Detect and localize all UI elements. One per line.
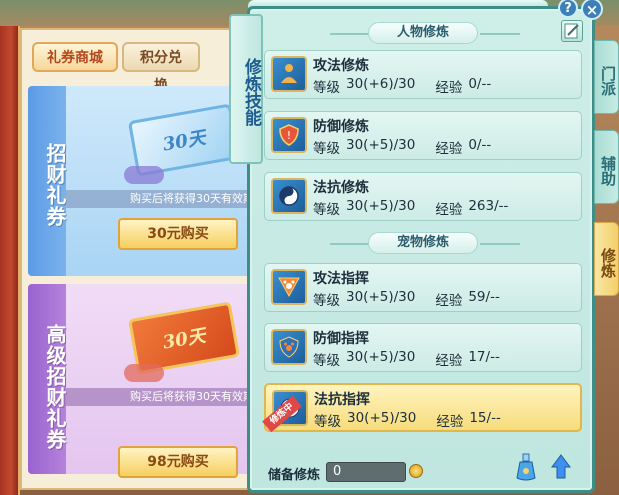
meditation-icon — [271, 56, 307, 92]
tab-sect[interactable]: 门派 — [594, 40, 619, 114]
paw-attack-icon — [271, 269, 307, 305]
level-value: 30(+5)/30 — [346, 137, 416, 153]
skill-row-resistance[interactable]: 法抗修炼 等级 30(+5)/30 经验 263/-- — [264, 172, 582, 221]
skill-row-defense[interactable]: ! 防御修炼 等级 30(+5)/30 经验 0/-- — [264, 111, 582, 160]
coupon-title: 高级招财礼券 — [43, 324, 67, 450]
side-banner-title: 修炼技能 — [241, 58, 261, 126]
level-value: 30(+5)/30 — [346, 349, 416, 365]
exp-label: 经验 — [435, 202, 463, 218]
skill-name: 攻法指挥 — [313, 271, 369, 287]
exp-value: 0/-- — [468, 137, 492, 153]
exp-value: 0/-- — [468, 76, 492, 92]
reserve-field[interactable]: 0 — [326, 462, 406, 482]
level-label: 等级 — [313, 141, 340, 157]
edit-icon[interactable] — [561, 20, 583, 42]
coupon-title: 招财礼券 — [43, 143, 67, 227]
level-label: 等级 — [313, 80, 340, 96]
potion-icon[interactable] — [514, 452, 538, 482]
exp-label: 经验 — [435, 293, 463, 309]
skill-name: 防御修炼 — [313, 119, 369, 135]
skill-name: 法抗指挥 — [314, 392, 370, 408]
section-header-pet: 宠物修炼 — [368, 232, 478, 254]
coin-icon — [409, 464, 423, 478]
section-divider — [480, 33, 520, 35]
skill-stats: 等级 30(+5)/30 经验 15/-- — [314, 410, 521, 430]
shop-left-rail — [0, 26, 20, 495]
section-divider — [480, 243, 520, 245]
exp-value: 263/-- — [468, 198, 509, 214]
skill-row-pet-defense[interactable]: 防御指挥 等级 30(+5)/30 经验 17/-- — [264, 323, 582, 372]
section-divider — [330, 33, 370, 35]
skill-stats: 等级 30(+6)/30 经验 0/-- — [313, 76, 511, 96]
level-value: 30(+5)/30 — [346, 289, 416, 305]
skill-row-attack[interactable]: 攻法修炼 等级 30(+6)/30 经验 0/-- — [264, 50, 582, 99]
buy-button-30[interactable]: 30元购买 — [118, 218, 238, 250]
level-value: 30(+6)/30 — [346, 76, 416, 92]
tab-assist[interactable]: 辅助 — [594, 130, 619, 204]
coupon-card-fortune: 招财礼券 30天 购买后将获得30天有效期 30元购买 — [28, 86, 260, 276]
tassel-icon — [124, 166, 164, 184]
buy-button-98[interactable]: 98元购买 — [118, 446, 238, 478]
exp-label: 经验 — [435, 80, 463, 96]
skill-name: 防御指挥 — [313, 331, 369, 347]
exp-value: 59/-- — [468, 289, 500, 305]
svg-text:!: ! — [287, 129, 291, 142]
level-value: 30(+5)/30 — [346, 198, 416, 214]
level-label: 等级 — [314, 414, 341, 430]
skill-name: 法抗修炼 — [313, 180, 369, 196]
skill-stats: 等级 30(+5)/30 经验 0/-- — [313, 137, 511, 157]
coupon-card-premium-fortune: 高级招财礼券 30天 购买后将获得30天有效期 98元购买 — [28, 284, 260, 478]
skill-stats: 等级 30(+5)/30 经验 59/-- — [313, 289, 520, 309]
level-label: 等级 — [313, 202, 340, 218]
coupon-note: 购买后将获得30天有效期 — [66, 388, 260, 406]
exp-label: 经验 — [435, 353, 463, 369]
exp-label: 经验 — [435, 141, 463, 157]
section-divider — [330, 243, 370, 245]
paw-shield-icon — [271, 329, 307, 365]
skill-name: 攻法修炼 — [313, 58, 369, 74]
reserve-label: 储备修炼 — [268, 468, 321, 483]
exp-label: 经验 — [436, 414, 464, 430]
level-label: 等级 — [313, 353, 340, 369]
taiji-icon — [271, 178, 307, 214]
tab-coupon-shop[interactable]: 礼券商城 — [32, 42, 118, 72]
tab-points-exchange[interactable]: 积分兑换 — [122, 42, 200, 94]
section-header-character: 人物修炼 — [368, 22, 478, 44]
skill-row-pet-attack[interactable]: 攻法指挥 等级 30(+5)/30 经验 59/-- — [264, 263, 582, 312]
shop-panel: 礼券商城 积分兑换 招财礼券 30天 购买后将获得30天有效期 30元购买 高级… — [20, 28, 260, 490]
tassel-icon — [124, 364, 164, 382]
level-label: 等级 — [313, 293, 340, 309]
tab-cultivation[interactable]: 修炼 — [594, 222, 619, 296]
exp-value: 15/-- — [469, 410, 501, 426]
skill-stats: 等级 30(+5)/30 经验 263/-- — [313, 198, 528, 218]
coupon-note: 购买后将获得30天有效期 — [66, 190, 260, 208]
side-banner: 修炼技能 — [229, 14, 263, 164]
upgrade-icon[interactable] — [549, 452, 573, 482]
skill-stats: 等级 30(+5)/30 经验 17/-- — [313, 349, 520, 369]
shield-icon: ! — [271, 117, 307, 153]
skill-row-pet-resistance[interactable]: 修炼中 法抗指挥 等级 30(+5)/30 经验 15/-- — [262, 383, 582, 433]
exp-value: 17/-- — [468, 349, 500, 365]
level-value: 30(+5)/30 — [347, 410, 417, 426]
